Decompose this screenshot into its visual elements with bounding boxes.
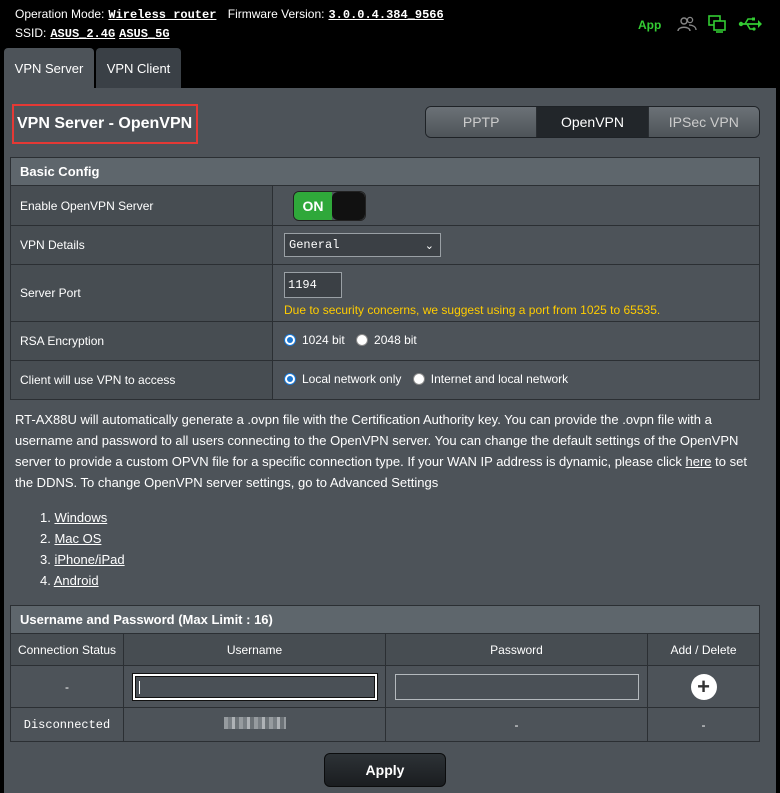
tab-ipsec-vpn[interactable]: IPSec VPN (648, 107, 759, 137)
list-number: 2. (40, 531, 51, 546)
list-number: 1. (40, 510, 51, 525)
basic-config-header: Basic Config (10, 157, 760, 186)
protocol-selector: PPTP OpenVPN IPSec VPN (425, 106, 760, 138)
vpn-details-select[interactable]: General ⌄ (284, 233, 441, 257)
page-title: VPN Server - OpenVPN (12, 104, 199, 144)
users-table-header: Username and Password (Max Limit : 16) (10, 605, 760, 634)
list-item: 3. iPhone/iPad (40, 549, 125, 570)
app-link[interactable]: App (638, 18, 661, 32)
firmware-link[interactable]: 3.0.0.4.384_9566 (328, 8, 443, 22)
list-number: 4. (40, 573, 51, 588)
list-item: 4. Android (40, 570, 125, 591)
toggle-on-label: ON (294, 191, 332, 220)
rsa-2048-radio[interactable]: 2048 bit (356, 333, 417, 347)
users-icon[interactable] (677, 15, 697, 33)
rsa-1024-radio[interactable]: 1024 bit (284, 333, 345, 347)
new-user-status: - (10, 665, 124, 708)
users-table: Username and Password (Max Limit : 16) C… (10, 605, 760, 742)
add-circle-icon[interactable]: + (690, 673, 717, 700)
password-cell: - (385, 707, 648, 742)
internet-and-local-radio[interactable]: Internet and local network (412, 372, 569, 386)
ssid-5g-link[interactable]: ASUS_5G (119, 27, 169, 41)
chevron-down-icon: ⌄ (424, 238, 434, 252)
openvpn-description: RT-AX88U will automatically generate a .… (15, 409, 755, 493)
vpn-details-label: VPN Details (10, 225, 273, 265)
rsa-1024-label: 1024 bit (302, 333, 345, 347)
column-header-status: Connection Status (10, 633, 124, 666)
operation-mode-link[interactable]: Wireless router (108, 8, 216, 22)
main-panel: VPN Server - OpenVPN PPTP OpenVPN IPSec … (4, 88, 776, 793)
operation-mode-label: Operation Mode: (15, 7, 105, 21)
firmware-label: Firmware Version: (227, 7, 325, 21)
internet-and-local-label: Internet and local network (430, 372, 569, 386)
server-port-input[interactable]: 1194 (284, 272, 342, 298)
tab-openvpn[interactable]: OpenVPN (537, 107, 649, 137)
apply-button[interactable]: Apply (324, 753, 446, 787)
radio-unchecked-icon (356, 334, 369, 346)
status-bar: Operation Mode: Wireless router Firmware … (0, 0, 780, 48)
status-line-1: Operation Mode: Wireless router Firmware … (15, 7, 444, 22)
network-icon[interactable] (707, 15, 727, 33)
rsa-encryption-label: RSA Encryption (10, 321, 273, 361)
iphone-ipad-guide-link[interactable]: iPhone/iPad (54, 552, 124, 567)
ddns-here-link[interactable]: here (686, 454, 712, 469)
server-port-label: Server Port (10, 264, 273, 322)
list-item: 1. Windows (40, 507, 125, 528)
new-password-input[interactable] (394, 673, 639, 700)
radio-checked-icon (284, 373, 296, 385)
list-number: 3. (40, 552, 51, 567)
tab-pptp[interactable]: PPTP (426, 107, 538, 137)
macos-guide-link[interactable]: Mac OS (54, 531, 101, 546)
vpn-access-label: Client will use VPN to access (10, 360, 273, 400)
column-header-username: Username (123, 633, 386, 666)
toggle-knob (332, 191, 365, 220)
enable-openvpn-toggle[interactable]: ON (293, 190, 366, 221)
rsa-2048-label: 2048 bit (374, 333, 417, 347)
server-port-hint: Due to security concerns, we suggest usi… (284, 303, 661, 317)
description-text: RT-AX88U will automatically generate a .… (15, 412, 739, 469)
usb-icon[interactable] (738, 15, 762, 33)
vpn-details-value: General (289, 238, 340, 252)
windows-guide-link[interactable]: Windows (54, 510, 107, 525)
local-network-label: Local network only (302, 372, 402, 386)
new-user-row: - + (10, 665, 760, 708)
basic-config-table: Basic Config Enable OpenVPN Server ON VP… (10, 157, 760, 400)
tab-vpn-client[interactable]: VPN Client (96, 48, 181, 88)
ssid-label: SSID: (15, 26, 47, 40)
table-row: Disconnected - - (10, 707, 760, 742)
enable-openvpn-label: Enable OpenVPN Server (10, 185, 273, 226)
delete-cell: - (647, 707, 760, 742)
local-network-radio[interactable]: Local network only (284, 372, 401, 386)
new-username-input[interactable] (131, 672, 378, 701)
connection-status: Disconnected (10, 707, 124, 742)
list-item: 2. Mac OS (40, 528, 125, 549)
android-guide-link[interactable]: Android (54, 573, 99, 588)
column-header-add-delete: Add / Delete (647, 633, 760, 666)
radio-checked-icon (284, 334, 296, 346)
column-header-password: Password (385, 633, 648, 666)
tab-vpn-server[interactable]: VPN Server (4, 48, 94, 88)
ssid-24g-link[interactable]: ASUS_2.4G (50, 27, 115, 41)
os-guide-list: 1. Windows 2. Mac OS 3. iPhone/iPad 4. A… (40, 507, 125, 591)
status-line-2: SSID: ASUS_2.4G ASUS_5G (15, 26, 170, 41)
radio-unchecked-icon (412, 373, 425, 385)
username-redacted (223, 717, 286, 729)
